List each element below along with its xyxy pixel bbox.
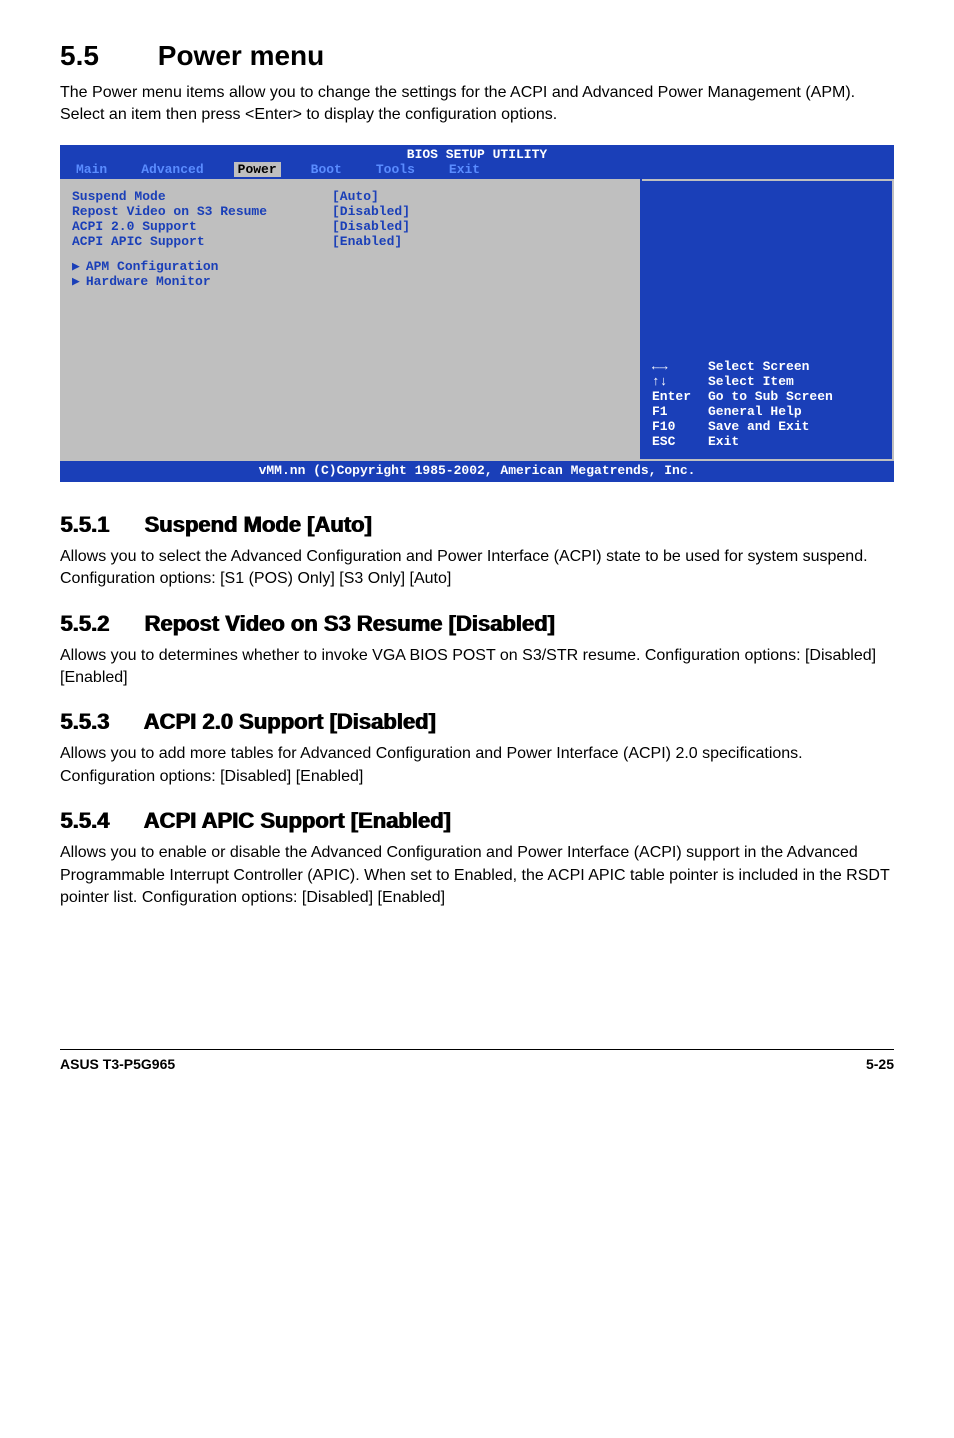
bios-help-desc: General Help	[708, 404, 802, 419]
bios-tab-tools: Tools	[372, 162, 419, 177]
subsection-heading: 5.5.2 Repost Video on S3 Resume [Disable…	[60, 611, 894, 637]
section-intro: The Power menu items allow you to change…	[60, 82, 894, 127]
bios-item-value: [Disabled]	[332, 219, 410, 234]
bios-help-key: Enter	[652, 389, 708, 404]
bios-copyright: vMM.nn (C)Copyright 1985-2002, American …	[60, 459, 894, 482]
bios-item-label: ACPI APIC Support	[72, 234, 332, 249]
subsection-body: Allows you to enable or disable the Adva…	[60, 842, 894, 909]
subsection-body: Configuration options: [S1 (POS) Only] […	[60, 568, 894, 590]
section-heading: 5.5 Power menu	[60, 40, 894, 72]
bios-help-row: EnterGo to Sub Screen	[652, 389, 882, 404]
bios-submenu: ▶ Hardware Monitor	[72, 274, 628, 289]
bios-item-label: Repost Video on S3 Resume	[72, 204, 332, 219]
bios-help-desc: Select Screen	[708, 359, 809, 374]
subsection-title: ACPI 2.0 Support [Disabled]	[143, 709, 435, 734]
bios-item-label: ACPI 2.0 Support	[72, 219, 332, 234]
subsection-body: Allows you to determines whether to invo…	[60, 645, 894, 690]
bios-help-desc: Go to Sub Screen	[708, 389, 833, 404]
subsection-body: Allows you to select the Advanced Config…	[60, 546, 894, 568]
bios-help-panel: ←→Select Screen ↑↓Select Item EnterGo to…	[642, 179, 894, 459]
subsection-title: Repost Video on S3 Resume [Disabled]	[144, 611, 554, 636]
bios-tab-main: Main	[72, 162, 111, 177]
bios-help-key: F1	[652, 404, 708, 419]
subsection-number: 5.5.4	[60, 808, 138, 834]
bios-item: Suspend Mode [Auto]	[72, 189, 628, 204]
bios-help-key: F10	[652, 419, 708, 434]
bios-help-desc: Select Item	[708, 374, 794, 389]
section-title-text: Power menu	[158, 40, 324, 71]
bios-help-key: ESC	[652, 434, 708, 449]
bios-item-value: [Auto]	[332, 189, 379, 204]
triangle-right-icon: ▶	[72, 259, 80, 274]
bios-tab-exit: Exit	[445, 162, 484, 177]
subsection-number: 5.5.1	[60, 512, 138, 538]
bios-help-key: ←→	[652, 359, 708, 374]
bios-tab-advanced: Advanced	[137, 162, 207, 177]
bios-help-desc: Save and Exit	[708, 419, 809, 434]
bios-submenu: ▶ APM Configuration	[72, 259, 628, 274]
subsection-heading: 5.5.1 Suspend Mode [Auto]	[60, 512, 894, 538]
bios-help-desc: Exit	[708, 434, 739, 449]
bios-submenu-label: APM Configuration	[86, 259, 219, 274]
subsection-body: Configuration options: [Disabled] [Enabl…	[60, 766, 894, 788]
bios-title: BIOS SETUP UTILITY	[60, 145, 894, 162]
subsection-title: ACPI APIC Support [Enabled]	[143, 808, 450, 833]
bios-menu-bar: Main Advanced Power Boot Tools Exit	[60, 162, 894, 179]
bios-item: ACPI 2.0 Support [Disabled]	[72, 219, 628, 234]
bios-item: Repost Video on S3 Resume [Disabled]	[72, 204, 628, 219]
subsection-heading: 5.5.3 ACPI 2.0 Support [Disabled]	[60, 709, 894, 735]
bios-help-row: F1General Help	[652, 404, 882, 419]
bios-item-label: Suspend Mode	[72, 189, 332, 204]
bios-screenshot: BIOS SETUP UTILITY Main Advanced Power B…	[60, 145, 894, 482]
bios-help-row: ←→Select Screen	[652, 359, 882, 374]
page-footer: ASUS T3-P5G965 5-25	[60, 1049, 894, 1072]
subsection-number: 5.5.3	[60, 709, 138, 735]
footer-left: ASUS T3-P5G965	[60, 1056, 175, 1072]
bios-item-value: [Enabled]	[332, 234, 402, 249]
subsection-body: Allows you to add more tables for Advanc…	[60, 743, 894, 765]
bios-item: ACPI APIC Support [Enabled]	[72, 234, 628, 249]
bios-tab-power: Power	[234, 162, 281, 177]
bios-help-row: F10Save and Exit	[652, 419, 882, 434]
bios-left-panel: Suspend Mode [Auto] Repost Video on S3 R…	[60, 179, 642, 459]
bios-item-value: [Disabled]	[332, 204, 410, 219]
bios-tab-boot: Boot	[307, 162, 346, 177]
bios-help-row: ↑↓Select Item	[652, 374, 882, 389]
footer-right: 5-25	[866, 1056, 894, 1072]
subsection-number: 5.5.2	[60, 611, 138, 637]
subsection-title: Suspend Mode [Auto]	[144, 512, 371, 537]
bios-submenu-label: Hardware Monitor	[86, 274, 211, 289]
bios-help-key: ↑↓	[652, 374, 708, 389]
bios-help-row: ESCExit	[652, 434, 882, 449]
subsection-heading: 5.5.4 ACPI APIC Support [Enabled]	[60, 808, 894, 834]
section-number: 5.5	[60, 40, 150, 72]
triangle-right-icon: ▶	[72, 274, 80, 289]
